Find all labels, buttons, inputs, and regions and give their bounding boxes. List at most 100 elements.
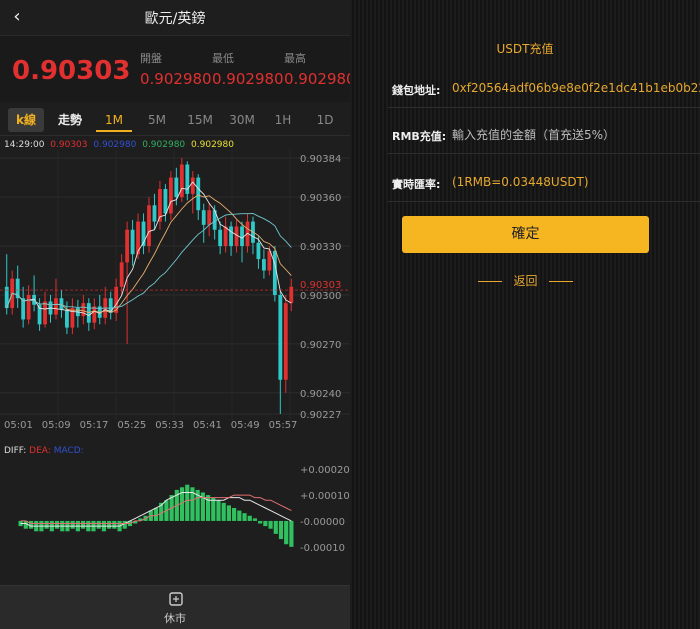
rate-label: 實時匯率: [392,178,441,191]
x-tick-label: 05:17 [79,420,109,431]
candle-body [81,303,86,317]
legend-value: 0.90303 [50,140,88,150]
confirm-button[interactable]: 確定 [402,216,649,253]
macd-bar [211,497,216,521]
candle-body [223,226,228,247]
tab-kline[interactable]: k線 [8,108,44,132]
tab-30m[interactable]: 30M [224,108,260,132]
stat-value: 0.902980 [140,70,212,88]
top-bar: ‹ 歐元/英鎊 [0,0,350,36]
rate-row: 實時匯率: (1RMB=0.03448USDT) [388,164,700,202]
back-link[interactable]: 返回 [478,272,573,290]
stat-high: 最高 0.902980 [284,50,350,88]
candle-body [190,177,195,194]
candle-body [289,286,294,304]
y-tick-label: -0.00000 [300,517,345,528]
current-price: 0.90303 [12,56,131,86]
tab-1h[interactable]: 1H [268,108,298,132]
candle-body [130,229,135,255]
rmb-row: RMB充值: [388,116,700,154]
legend-value: 0.902980 [93,140,137,150]
rmb-label: RMB充值: [392,130,447,143]
y-tick-label: 0.90240 [300,389,341,400]
tab-5m[interactable]: 5M [140,108,174,132]
candle-body [179,164,184,198]
macd-bar [44,520,49,529]
y-tick-label: 0.90227 [300,410,341,420]
divider [478,281,502,282]
y-tick-label: -0.00010 [300,543,345,554]
macd-bar [226,505,231,521]
stat-value: 0.902980 [284,70,350,88]
candle-body [174,177,179,198]
macd-bar [258,520,263,524]
macd-bar [153,508,159,521]
candlestick-chart[interactable]: 0.90384 0.90360 0.90330 0.90300 0.90270 0.902… [0,150,350,420]
candle-body [218,229,223,247]
macd-bar [96,520,101,529]
rmb-amount-input[interactable] [452,125,692,145]
candle-body [125,229,130,263]
y-tick-label: +0.00020 [300,465,350,476]
deposit-title: USDT充值 [496,42,554,56]
pair-title: 歐元/英鎊 [144,11,206,27]
timeframe-tabs: k線 走勢 1M 5M 15M 30M 1H 1D [0,102,350,136]
macd-bar [54,520,60,529]
y-tick-label: 0.90300 [300,291,341,302]
macd-bar [216,500,221,521]
x-tick-label: 05:57 [268,420,298,431]
bottom-bar: 休市 [0,585,350,629]
wallet-address[interactable]: 0xf20564adf06b9e8e0f2e1dc41b1eb0b222 [452,81,700,95]
tab-1m[interactable]: 1M [96,108,132,132]
market-closed-icon[interactable] [167,590,185,608]
x-tick-label: 05:09 [41,420,71,431]
stat-value: 0.902980 [212,70,284,88]
candle-body [43,301,47,325]
legend-macd: MACD: [53,446,84,456]
legend-value: 0.902980 [142,140,186,150]
stat-label: 最低 [212,52,234,65]
quote-box: 0.90303 開盤 0.902980 最低 0.902980 最高 0.902… [0,36,350,102]
macd-legend: DIFF: DEA: MACD: [4,446,84,456]
macd-bar [122,520,127,529]
macd-bar [284,520,289,545]
y-tick-label: 0.90384 [300,154,341,165]
x-tick-label: 05:25 [117,420,147,431]
candle-body [92,306,97,323]
macd-bar [232,508,237,521]
wallet-row: 錢包地址: 0xf20564adf06b9e8e0f2e1dc41b1eb0b2… [388,70,700,108]
x-tick-label: 05:01 [4,420,33,431]
stat-label: 開盤 [140,52,162,65]
macd-bar [107,520,112,529]
x-tick-label: 05:49 [230,420,260,431]
tab-15m[interactable]: 15M [182,108,218,132]
deposit-panel: USDT充值 錢包地址: 0xf20564adf06b9e8e0f2e1dc41… [350,0,700,629]
candle-body [168,177,173,214]
macd-bar [185,484,190,521]
candle-body [152,205,157,222]
candle-body [240,226,244,247]
tab-trend[interactable]: 走勢 [52,108,88,132]
candle-body [196,177,201,211]
tab-1d[interactable]: 1D [310,108,340,132]
x-axis: 05:01 05:09 05:17 05:25 05:33 05:41 05:49 05:57 [0,420,350,434]
y-tick-label: 0.90360 [300,193,341,204]
legend-value: 0.902980 [191,140,234,150]
market-status-label[interactable]: 休市 [0,610,350,626]
back-label: 返回 [513,274,538,288]
legend-time: 14:29:00 [4,140,45,150]
candle-body [256,242,261,260]
rate-value: (1RMB=0.03448USDT) [452,175,589,189]
macd-bar [221,502,226,521]
stat-low: 最低 0.902980 [212,50,284,88]
candle-body [201,210,206,225]
macd-bar [247,515,252,521]
candle-body [54,298,58,315]
candle-body [119,262,124,287]
divider [549,281,573,282]
macd-bar [273,520,278,534]
candle-body [278,294,283,380]
x-tick-label: 05:41 [193,420,222,431]
macd-bar [237,510,242,521]
ma-legend: 14:29:00 0.90303 0.902980 0.902980 0.902… [4,140,237,150]
